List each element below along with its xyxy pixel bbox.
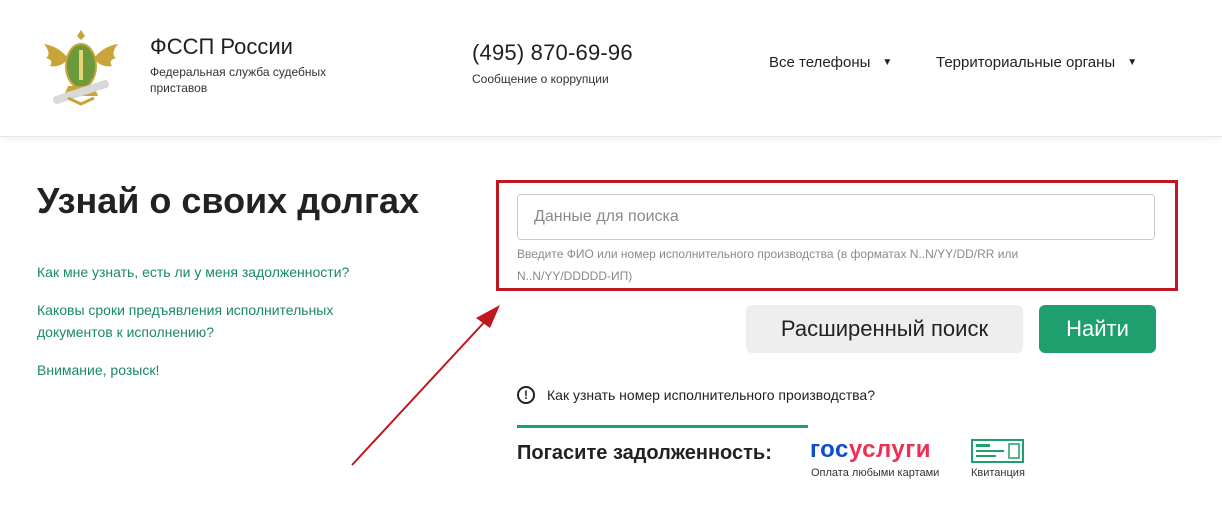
search-input[interactable] <box>517 194 1155 240</box>
pay-label: Погасите задолженность: <box>517 442 772 464</box>
search-hint: Введите ФИО или номер исполнительного пр… <box>517 247 1019 283</box>
faq-link-deadlines[interactable]: Каковы сроки предъявления исполнительных… <box>37 299 397 343</box>
phone-caption: Сообщение о коррупции <box>472 72 609 86</box>
gosuslugi-logo-part2: услуги <box>848 436 931 463</box>
fssp-emblem-icon[interactable] <box>38 24 124 110</box>
site-header: ФССП России Федеральная служба судебных … <box>0 0 1222 137</box>
pay-divider <box>517 425 808 428</box>
gosuslugi-logo[interactable]: госуслуги <box>810 436 931 464</box>
territorial-dropdown[interactable]: Территориальные органы ▼ <box>936 54 1137 71</box>
gosuslugi-caption: Оплата любыми картами <box>811 467 940 479</box>
org-name[interactable]: ФССП России <box>150 34 293 60</box>
receipt-icon[interactable] <box>971 439 1024 463</box>
org-description: Федеральная служба судебных приставов <box>150 65 327 95</box>
gosuslugi-logo-part1: гос <box>810 436 849 463</box>
caret-down-icon: ▼ <box>882 57 893 68</box>
faq-link-debts[interactable]: Как мне узнать, есть ли у меня задолженн… <box>37 261 349 283</box>
caret-down-icon: ▼ <box>1127 57 1138 68</box>
advanced-search-button[interactable]: Расширенный поиск <box>746 305 1023 353</box>
all-phones-label: Все телефоны <box>769 54 871 71</box>
wanted-link[interactable]: Внимание, розыск! <box>37 359 159 381</box>
info-circle-icon: ! <box>517 386 535 404</box>
page-title: Узнай о своих долгах <box>37 180 420 221</box>
find-button[interactable]: Найти <box>1039 305 1156 353</box>
info-link[interactable]: ! Как узнать номер исполнительного произ… <box>517 386 875 404</box>
receipt-label: Квитанция <box>971 467 1025 479</box>
phone-number[interactable]: (495) 870-69-96 <box>472 40 633 66</box>
info-link-label: Как узнать номер исполнительного произво… <box>547 387 876 403</box>
all-phones-dropdown[interactable]: Все телефоны ▼ <box>769 54 892 71</box>
territorial-label: Территориальные органы <box>936 54 1116 71</box>
